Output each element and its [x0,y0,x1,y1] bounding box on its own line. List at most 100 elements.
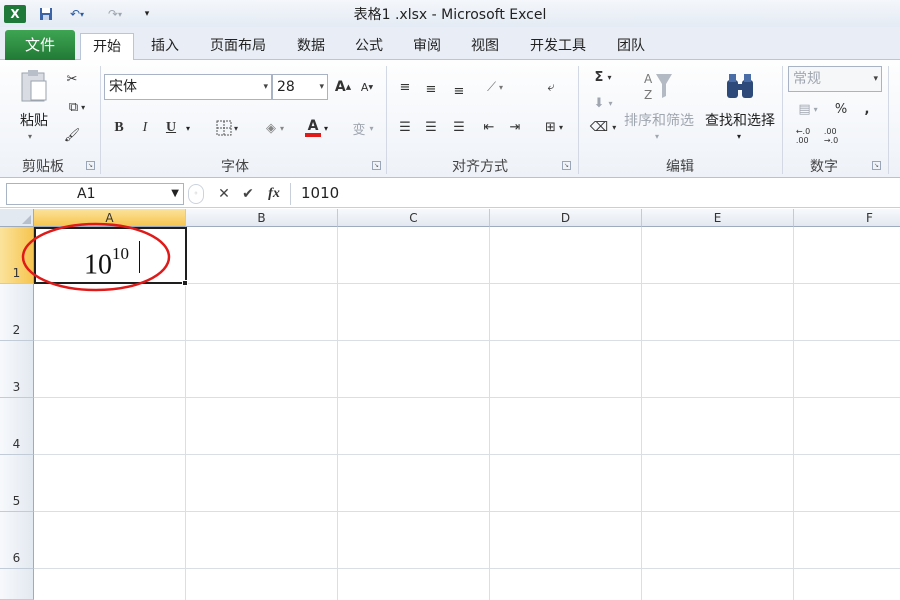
align-middle-icon[interactable]: ≡ [422,80,440,98]
row-header-5[interactable]: 5 [0,455,34,512]
svg-text:Z: Z [644,88,652,102]
spreadsheet-grid: A B C D E F 1 2 3 4 5 6 1010 [0,209,900,600]
italic-button[interactable]: I [136,118,154,138]
comma-style-button[interactable]: , [860,100,874,118]
excel-window: X ↶ ▾ ↷ ▾ ▾ 表格1 .xlsx - Microsoft Excel … [0,0,900,600]
orientation-icon[interactable]: ⟋ ▾ [480,78,510,96]
annotation-ellipse [21,222,171,292]
paste-icon[interactable] [18,68,50,104]
wrap-text-icon[interactable]: ⤶ [540,78,562,96]
formula-input[interactable]: 1010 [290,183,900,205]
separator [782,66,783,174]
font-launcher-icon[interactable]: ↘ [372,161,381,170]
fill-icon[interactable]: ⬇ ▾ [588,94,618,112]
row-header-6[interactable]: 6 [0,512,34,569]
ribbon-tabs: 文件 开始 插入 页面布局 数据 公式 审阅 视图 开发工具 团队 [0,27,900,60]
row-header-3[interactable]: 3 [0,341,34,398]
align-top-icon[interactable]: ≡ [396,78,414,96]
separator [578,66,579,174]
editing-group-label: 编辑 [666,159,694,175]
tab-file[interactable]: 文件 [5,30,75,60]
svg-text:A: A [644,72,653,86]
chevron-down-icon: ▾ [263,82,268,92]
find-select-label[interactable]: 查找和选择 [700,110,780,130]
sort-filter-icon[interactable]: AZ [640,68,676,104]
column-header-b[interactable]: B [186,209,338,227]
clear-icon[interactable]: ⌫ ▾ [588,118,618,136]
tab-page-layout[interactable]: 页面布局 [200,33,276,60]
underline-button[interactable]: U [162,118,180,138]
tab-view[interactable]: 视图 [460,33,510,60]
cancel-icon[interactable]: ✕ [216,185,232,203]
increase-decimal-button[interactable]: ←.0 .00 [792,126,814,146]
find-dropdown-icon[interactable]: ▾ [737,132,741,141]
align-left-icon[interactable]: ☰ [396,118,414,136]
clipboard-group-label: 剪贴板 [22,159,64,175]
fill-handle[interactable] [182,280,188,286]
align-bottom-icon[interactable]: ≡ [450,82,468,100]
number-format-select[interactable]: 常规 ▾ [788,66,882,92]
tab-data[interactable]: 数据 [286,33,336,60]
paste-dropdown-icon[interactable]: ▾ [28,132,32,141]
column-header-e[interactable]: E [642,209,794,227]
font-name-value: 宋体 [109,79,137,95]
grow-font-icon[interactable]: A ▲ [334,78,352,96]
font-size-select[interactable]: 28 ▾ [272,74,328,100]
name-box-dropdown-icon[interactable]: ▼ [171,184,179,204]
separator [888,66,889,174]
decrease-indent-icon[interactable]: ⇤ [480,118,498,136]
number-format-value: 常规 [793,71,821,87]
merge-center-icon[interactable]: ⊞ ▾ [538,118,570,136]
name-box-value: A1 [77,186,96,202]
font-color-dropdown-icon[interactable]: ▾ [324,124,328,133]
format-painter-icon[interactable]: 🖌 [62,126,82,144]
alignment-launcher-icon[interactable]: ↘ [562,161,571,170]
row-header-4[interactable]: 4 [0,398,34,455]
align-right-icon[interactable]: ☰ [450,118,468,136]
align-center-icon[interactable]: ☰ [422,118,440,136]
gridline [34,454,900,455]
sort-dropdown-icon[interactable]: ▾ [655,132,659,141]
autosum-icon[interactable]: Σ ▾ [588,68,618,86]
border-icon[interactable]: ▾ [212,118,242,138]
title-bar: X ↶ ▾ ↷ ▾ ▾ 表格1 .xlsx - Microsoft Excel [0,0,900,27]
tab-formulas[interactable]: 公式 [344,33,394,60]
gridline [34,568,900,569]
sort-filter-label[interactable]: 排序和筛选 [620,110,698,130]
increase-indent-icon[interactable]: ⇥ [506,118,524,136]
accounting-format-icon[interactable]: ▤ ▾ [792,100,824,118]
separator [100,66,101,174]
column-header-c[interactable]: C [338,209,490,227]
bold-button[interactable]: B [110,118,128,138]
tab-home[interactable]: 开始 [80,33,134,60]
tab-team[interactable]: 团队 [606,33,656,60]
fill-color-icon[interactable]: ◈ ▾ [258,118,292,138]
separator [386,66,387,174]
insert-function-icon[interactable]: fx [264,184,284,204]
row-header-7[interactable] [0,569,34,600]
column-header-d[interactable]: D [490,209,642,227]
paste-label[interactable]: 粘贴 [12,110,56,130]
alignment-group-label: 对齐方式 [452,159,508,175]
copy-icon[interactable]: ⧉ ▾ [62,98,92,116]
percent-style-button[interactable]: % [832,100,850,118]
formula-splitter-icon[interactable]: ◦ [188,184,204,204]
cut-icon[interactable]: ✂ [62,70,82,88]
column-header-f[interactable]: F [794,209,900,227]
tab-insert[interactable]: 插入 [140,33,190,60]
number-launcher-icon[interactable]: ↘ [872,161,881,170]
chevron-down-icon: ▾ [319,82,324,92]
tab-developer[interactable]: 开发工具 [518,33,598,60]
decrease-decimal-button[interactable]: .00 →.0 [820,126,842,146]
enter-check-icon[interactable]: ✔ [240,185,256,203]
window-title: 表格1 .xlsx - Microsoft Excel [353,7,547,23]
font-name-select[interactable]: 宋体 ▾ [104,74,272,100]
shrink-font-icon[interactable]: A ▼ [358,78,376,96]
clipboard-launcher-icon[interactable]: ↘ [86,161,95,170]
name-box[interactable]: A1 ▼ [6,183,184,205]
tab-review[interactable]: 审阅 [402,33,452,60]
font-group-label: 字体 [221,159,249,175]
phonetic-icon[interactable]: 变 ▾ [346,118,380,138]
find-select-icon[interactable] [722,68,758,104]
underline-dropdown-icon[interactable]: ▾ [186,124,190,133]
